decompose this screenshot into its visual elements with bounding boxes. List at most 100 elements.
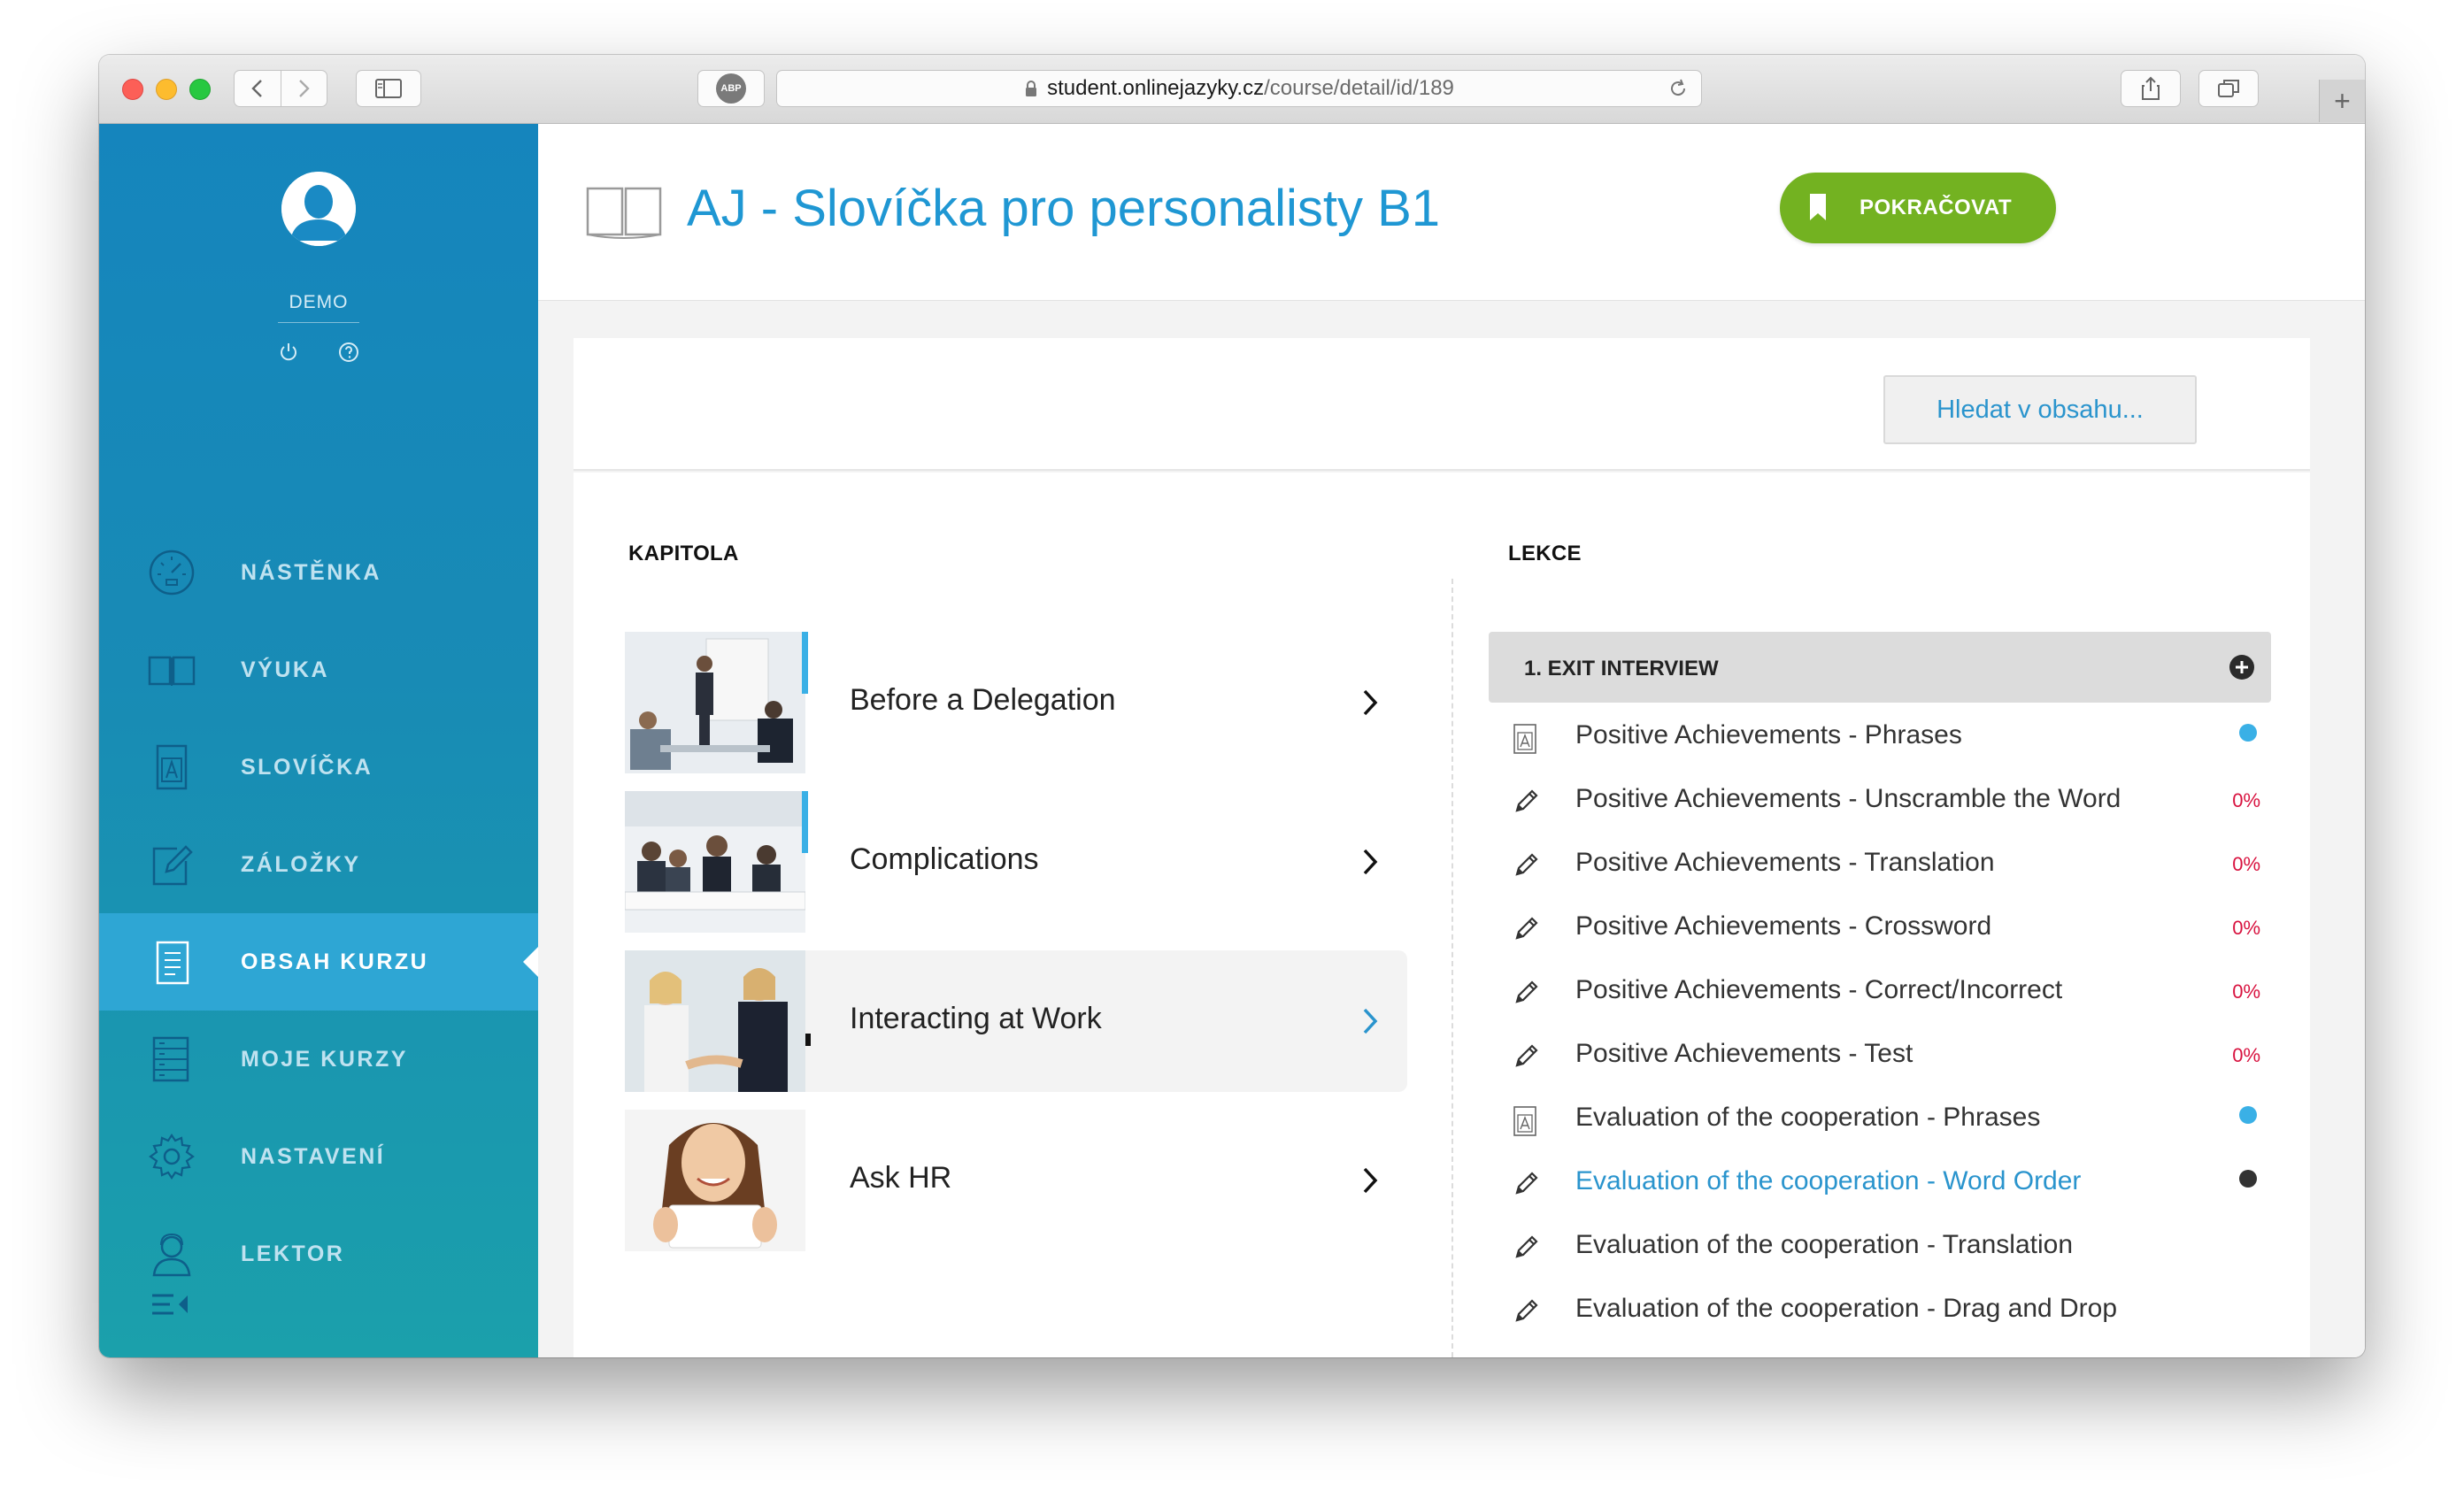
browser-toolbar: ABP student.onlinejazyky.cz/course/detai… [99,55,2365,124]
sidebar-toggle-button[interactable] [356,70,421,107]
share-button[interactable] [2121,70,2181,107]
column-divider [1451,579,1453,1357]
chevron-right-icon [1363,1008,1378,1034]
chapter-marker [805,1034,811,1046]
lesson-item[interactable]: Evaluation of the cooperation - Translat… [1489,1216,2271,1280]
lesson-title: Positive Achievements - Test [1575,1039,1913,1068]
chevron-right-icon [299,80,310,97]
chapter-title: Ask HR [850,1161,952,1195]
continue-button[interactable]: POKRAČOVAT [1780,173,2056,243]
sidebar-item-label: SLOVÍČKA [241,754,373,780]
lesson-item[interactable]: Positive Achievements - Unscramble the W… [1489,770,2271,834]
lesson-item[interactable]: Evaluation of the cooperation - Drag and… [1489,1280,2271,1343]
zoom-window-button[interactable] [189,79,211,100]
main-content: AJ - Slovíčka pro personalisty B1 POKRAČ… [538,124,2365,1357]
dashboard-gauge-icon [149,550,195,596]
chapter-item[interactable]: Ask HR [625,1110,1407,1251]
sidebar-item-nastenka[interactable]: NÁSTĚNKA [99,524,538,621]
gear-icon [149,1134,195,1180]
forward-button[interactable] [281,71,327,106]
lesson-item[interactable]: Positive Achievements - Crossword 0% [1489,897,2271,961]
tabs-overview-icon [2218,80,2239,97]
chapter-item[interactable]: Complications [625,791,1407,933]
new-tab-button[interactable]: + [2319,80,2365,122]
sidebar-item-nastaveni[interactable]: NASTAVENÍ [99,1108,538,1205]
sidebar-toggle-icon [375,79,402,98]
lock-icon [1026,81,1037,96]
lesson-status-dot [2239,1170,2257,1188]
reload-icon[interactable] [1667,78,1689,99]
help-icon[interactable] [338,342,359,363]
collapse-menu-icon[interactable] [150,1292,191,1317]
lesson-title: Positive Achievements - Correct/Incorrec… [1575,975,2063,1004]
lesson-item[interactable]: Positive Achievements - Test 0% [1489,1025,2271,1088]
lesson-item[interactable]: Positive Achievements - Correct/Incorrec… [1489,961,2271,1025]
lesson-title: Evaluation of the cooperation - Translat… [1575,1230,2074,1259]
url-domain: student.onlinejazyky.cz [1047,76,1265,100]
chapters-heading: KAPITOLA [628,542,739,565]
sidebar-item-slovicka[interactable]: SLOVÍČKA [99,719,538,816]
document-list-icon [156,941,189,985]
chapter-title: Complications [850,842,1039,876]
sidebar-item-zalozky[interactable]: ZÁLOŽKY [99,816,538,913]
adblock-icon: ABP [716,73,746,104]
chapter-title: Before a Delegation [850,683,1116,717]
lesson-title: Evaluation of the cooperation - Drag and… [1575,1294,2118,1323]
lessons-heading: LEKCE [1508,542,1582,565]
sidebar-item-label: NASTAVENÍ [241,1143,386,1169]
main-menu: NÁSTĚNKA VÝUKA SLOVÍČKA ZÁLOŽKY OBSAH KU… [99,524,538,1303]
sidebar-item-label: NÁSTĚNKA [241,559,381,585]
smiling-woman-image [625,1110,805,1251]
edit-note-icon [152,845,193,886]
lesson-item[interactable]: Positive Achievements - Translation 0% [1489,834,2271,897]
search-content-button[interactable]: Hledat v obsahu... [1883,375,2197,444]
minimize-window-button[interactable] [156,79,177,100]
courses-list-icon [152,1036,189,1082]
url-path: /course/detail/id/189 [1264,76,1454,100]
chevron-left-icon [251,80,262,97]
chevron-right-icon [1363,689,1378,716]
back-button[interactable] [235,71,281,106]
lesson-title: Positive Achievements - Translation [1575,848,1995,877]
pencil-icon [1515,1235,1538,1258]
search-panel: Hledat v obsahu... [574,338,2310,471]
sidebar-item-vyuka[interactable]: VÝUKA [99,621,538,719]
lesson-item[interactable]: Evaluation of the cooperation - Phrases [1489,1088,2271,1152]
lesson-progress: 0% [2232,1044,2260,1066]
tabs-overview-button[interactable] [2198,70,2259,107]
lesson-title: Evaluation of the cooperation - Word Ord… [1575,1166,2082,1195]
lesson-item-current[interactable]: Evaluation of the cooperation - Word Ord… [1489,1152,2271,1216]
adblock-button[interactable]: ABP [697,70,765,107]
address-bar[interactable]: student.onlinejazyky.cz/course/detail/id… [776,70,1702,107]
sidebar-item-obsah-kurzu[interactable]: OBSAH KURZU [99,913,538,1011]
username-divider [278,322,359,323]
pencil-icon [1515,789,1538,812]
continue-button-label: POKRAČOVAT [1860,196,2013,219]
chapter-progress-bar [802,632,808,694]
lesson-item[interactable]: Positive Achievements - Phrases [1489,706,2271,770]
lesson-group-header[interactable]: 1. EXIT INTERVIEW [1489,632,2271,703]
meeting-presentation-image [625,632,805,773]
lesson-title: Positive Achievements - Phrases [1575,720,1962,750]
expand-plus-icon[interactable] [2229,654,2255,680]
chapter-item[interactable]: Interacting at Work [625,950,1407,1092]
bookmark-icon [1810,194,1826,220]
sidebar-item-label: OBSAH KURZU [241,949,429,974]
lesson-progress: 0% [2232,980,2260,1003]
sidebar-item-label: MOJE KURZY [241,1046,408,1072]
avatar[interactable] [281,172,356,246]
chevron-right-icon [1363,849,1378,875]
browser-window: ABP student.onlinejazyky.cz/course/detai… [99,55,2365,1357]
close-window-button[interactable] [122,79,143,100]
chapter-item[interactable]: Before a Delegation [625,632,1407,773]
sidebar-item-moje-kurzy[interactable]: MOJE KURZY [99,1011,538,1108]
logout-power-icon[interactable] [278,342,299,363]
open-book-icon [148,656,196,686]
vocabulary-card-icon [1513,724,1536,754]
course-content-panel: KAPITOLA LEKCE Before a Delegation Compl… [574,473,2310,1357]
lesson-progress: 0% [2232,853,2260,875]
sidebar-item-lektor[interactable]: LEKTOR [99,1205,538,1303]
pencil-icon [1515,1299,1538,1322]
username: DEMO [289,292,349,312]
vocabulary-card-icon [1513,1106,1536,1136]
